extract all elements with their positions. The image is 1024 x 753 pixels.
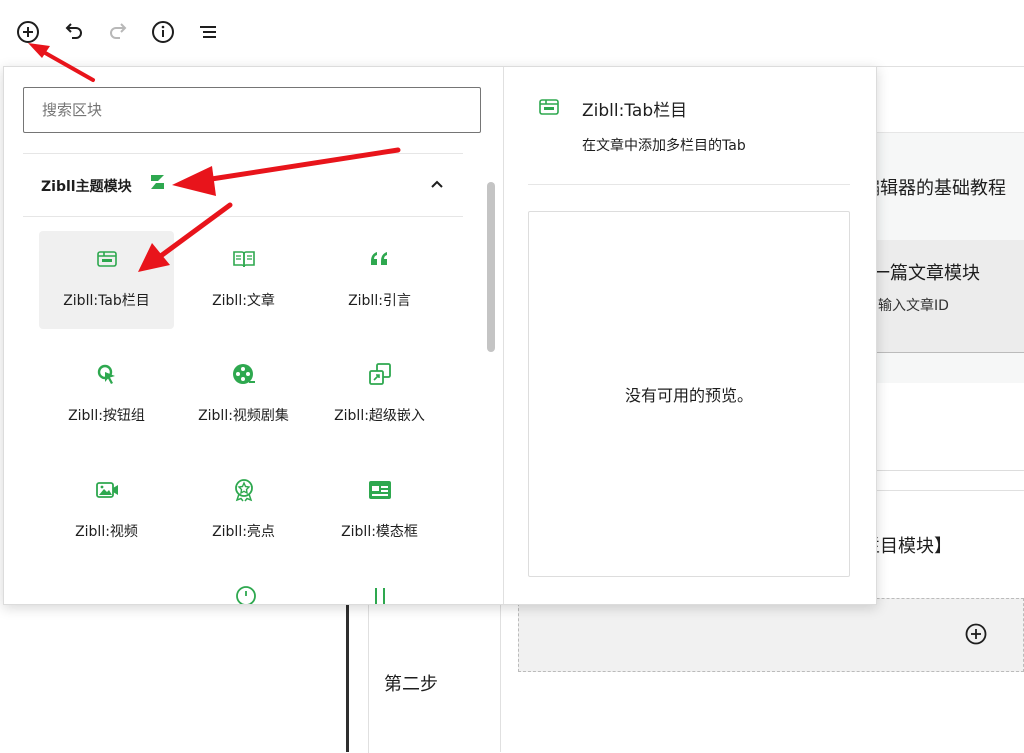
block-item-label: Zibll:按钮组 bbox=[68, 408, 145, 424]
category-title: Zibll主题模块 bbox=[41, 179, 132, 195]
add-block-button[interactable] bbox=[14, 18, 42, 46]
tab-label-step-two[interactable]: 第二步 bbox=[384, 670, 438, 696]
block-item-label: Zibll:模态框 bbox=[341, 524, 418, 540]
modal-window-icon bbox=[368, 478, 392, 502]
block-item-tab[interactable]: Zibll:Tab栏目 bbox=[39, 231, 174, 329]
zibll-logo-icon bbox=[151, 175, 164, 189]
clock-icon bbox=[236, 586, 256, 604]
redo-icon bbox=[110, 23, 127, 39]
book-icon bbox=[232, 247, 256, 271]
chevron-up-icon[interactable] bbox=[427, 174, 447, 194]
list-view-button[interactable] bbox=[194, 18, 222, 46]
scrollbar-thumb[interactable] bbox=[487, 182, 495, 352]
details-button[interactable] bbox=[149, 18, 177, 46]
block-item-video[interactable]: Zibll:视频 bbox=[39, 462, 174, 560]
preview-description: 在文章中添加多栏目的Tab bbox=[582, 138, 746, 154]
undo-icon bbox=[65, 23, 82, 39]
block-item-label: Zibll:视频 bbox=[75, 524, 138, 540]
inserter-block-list-panel: Zibll主题模块 bbox=[4, 67, 504, 604]
post-module-title: 一篇文章模块 bbox=[872, 263, 980, 284]
editor-toolbar bbox=[0, 0, 1024, 66]
article-title: 编辑器的基础教程 bbox=[862, 178, 1006, 199]
block-preview-panel: Zibll:Tab栏目 在文章中添加多栏目的Tab 没有可用的预览。 bbox=[504, 67, 876, 604]
no-preview-text: 没有可用的预览。 bbox=[624, 386, 753, 405]
film-reel-icon bbox=[232, 362, 256, 386]
cursor-click-icon bbox=[95, 362, 119, 386]
block-item-label: Zibll:引言 bbox=[348, 293, 411, 309]
columns-icon bbox=[375, 588, 385, 604]
list-view-icon bbox=[200, 26, 216, 38]
tab-icon bbox=[95, 247, 119, 271]
block-item-quote[interactable]: Zibll:引言 bbox=[312, 231, 447, 329]
preview-title: Zibll:Tab栏目 bbox=[582, 101, 688, 121]
block-item-super-embed[interactable]: Zibll:超级嵌入 bbox=[312, 346, 447, 444]
block-item-highlight[interactable]: Zibll:亮点 bbox=[176, 462, 311, 560]
embed-icon bbox=[368, 362, 392, 386]
video-icon bbox=[95, 478, 119, 502]
divider bbox=[876, 470, 1024, 471]
undo-button[interactable] bbox=[59, 18, 87, 46]
block-inserter-popover: Zibll主题模块 bbox=[3, 66, 877, 605]
block-item-label: Zibll:Tab栏目 bbox=[63, 293, 150, 309]
block-item-article[interactable]: Zibll:文章 bbox=[176, 231, 311, 329]
add-inner-block-icon[interactable] bbox=[964, 622, 988, 646]
column-divider bbox=[500, 604, 501, 752]
preview-box: 没有可用的预览。 bbox=[528, 211, 850, 577]
block-item-label: Zibll:文章 bbox=[212, 293, 275, 309]
info-icon bbox=[152, 21, 174, 43]
block-item-modal[interactable]: Zibll:模态框 bbox=[312, 462, 447, 560]
category-header[interactable]: Zibll主题模块 bbox=[23, 154, 463, 217]
divider bbox=[876, 66, 1024, 67]
block-item-label: Zibll:超级嵌入 bbox=[334, 408, 425, 424]
post-id-placeholder[interactable]: 输入文章ID bbox=[878, 295, 949, 315]
block-list-scroll[interactable]: Zibll主题模块 Zibll:Tab栏目 Zibll:文章 Zibll:引言 … bbox=[4, 154, 503, 604]
block-item-button-group[interactable]: Zibll:按钮组 bbox=[39, 346, 174, 444]
redo-button[interactable] bbox=[105, 18, 133, 46]
plus-circle-icon bbox=[17, 21, 39, 43]
block-search-input[interactable] bbox=[23, 87, 481, 133]
block-item-label: Zibll:亮点 bbox=[212, 524, 275, 540]
tab-indicator-line bbox=[346, 604, 349, 752]
block-item-video-series[interactable]: Zibll:视频剧集 bbox=[176, 346, 311, 444]
block-item-label: Zibll:视频剧集 bbox=[198, 408, 289, 424]
tab-icon bbox=[539, 99, 559, 115]
quote-icon bbox=[368, 247, 392, 271]
badge-icon bbox=[232, 478, 256, 502]
block-appender-area[interactable] bbox=[518, 598, 1024, 672]
divider bbox=[528, 184, 850, 185]
